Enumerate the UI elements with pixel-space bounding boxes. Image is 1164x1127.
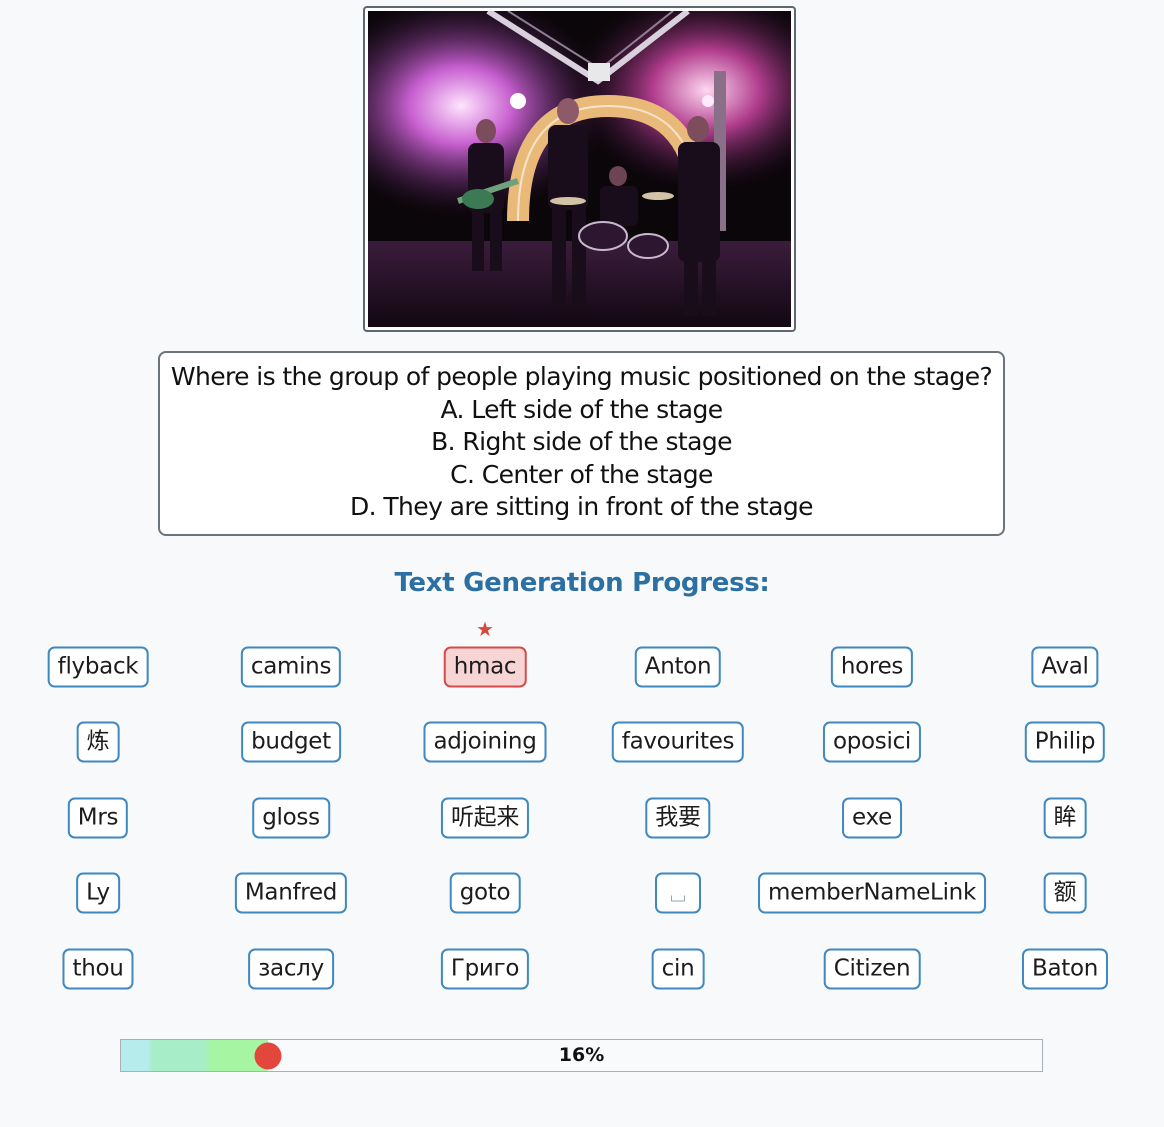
token: camins: [240, 646, 342, 688]
token: goto: [449, 872, 521, 914]
image-frame: [363, 6, 796, 332]
option-b: B. Right side of the stage: [431, 427, 732, 456]
token: exe: [842, 797, 902, 839]
option-d: D. They are sitting in front of the stag…: [350, 492, 814, 521]
space-icon: [671, 895, 685, 902]
question-text: Where is the group of people playing mus…: [170, 362, 993, 391]
token: 眸: [1043, 797, 1087, 839]
token: Philip: [1024, 721, 1106, 763]
question-box: Where is the group of people playing mus…: [158, 351, 1005, 536]
token: favourites: [611, 721, 745, 763]
token-active: hmac: [443, 646, 527, 688]
token: 炼: [76, 721, 120, 763]
token: заслу: [248, 948, 334, 990]
token-space: [655, 872, 701, 914]
progress-bar: 16%: [120, 1039, 1043, 1072]
token: Aval: [1031, 646, 1099, 688]
token: Baton: [1021, 948, 1109, 990]
token: Mrs: [67, 797, 129, 839]
token: gloss: [252, 797, 330, 839]
concert-photo: [368, 11, 791, 327]
option-c: C. Center of the stage: [450, 459, 713, 489]
star-icon: ★: [476, 617, 494, 641]
token: adjoining: [423, 721, 547, 763]
token: 我要: [645, 797, 711, 839]
token: Citizen: [823, 948, 921, 990]
token: Григо: [440, 948, 530, 990]
progress-title: Text Generation Progress:: [394, 568, 770, 598]
token: 额: [1043, 872, 1087, 914]
token: 听起来: [440, 797, 530, 839]
token: Ly: [76, 872, 120, 914]
token: memberNameLink: [758, 872, 986, 914]
token: Manfred: [234, 872, 348, 914]
progress-percent: 16%: [558, 1044, 605, 1066]
token: thou: [62, 948, 134, 990]
token: cin: [651, 948, 705, 990]
token: flyback: [47, 646, 149, 688]
token: hores: [830, 646, 914, 688]
token: budget: [241, 721, 341, 763]
token: oposici: [822, 721, 922, 763]
option-a: A. Left side of the stage: [440, 394, 723, 424]
page: Where is the group of people playing mus…: [0, 0, 1164, 1127]
token: Anton: [634, 646, 722, 688]
